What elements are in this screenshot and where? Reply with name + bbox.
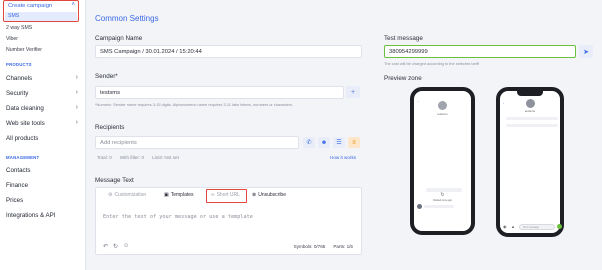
avatar bbox=[417, 204, 422, 209]
message-text-label: Message Text bbox=[95, 177, 134, 184]
how-it-works-link[interactable]: How it works bbox=[330, 155, 356, 160]
tab-unsubscribe[interactable]: ⊗ Unsubscribe bbox=[252, 192, 286, 198]
sidebar-item-sms[interactable]: SMS bbox=[5, 12, 77, 21]
sidebar-item-label: Security bbox=[6, 90, 29, 97]
preview-zone-label: Preview zone bbox=[384, 75, 422, 82]
editor-actions: ↶ ↻ ☺ bbox=[103, 243, 129, 250]
test-hint: The cost will be charged according to th… bbox=[384, 61, 479, 66]
sidebar-item-integrations-api[interactable]: Integrations & API bbox=[6, 212, 78, 219]
create-campaign-group: Create campaign ˄ SMS bbox=[3, 0, 79, 22]
symbols-count: Symbols: 0/765 bbox=[293, 244, 326, 249]
sidebar-item-all-products[interactable]: All products bbox=[6, 135, 78, 142]
sidebar-item-data-cleaning[interactable]: Data cleaning › bbox=[6, 104, 78, 112]
sync-icon: ↻ bbox=[440, 192, 445, 198]
with-filter-count: With filter: 0 bbox=[119, 155, 145, 160]
send-icon: ➤ bbox=[583, 48, 589, 56]
android-preview: ← testsms ↻ Default sms app bbox=[410, 87, 475, 235]
back-icon: ← bbox=[417, 99, 420, 103]
add-sender-button[interactable]: + bbox=[346, 86, 360, 98]
sidebar-item-finance[interactable]: Finance bbox=[6, 182, 78, 189]
message-bubble bbox=[506, 124, 558, 127]
message-tabs: ⚙ Customization ▣ Templates ∞ Short URL ⊗ Un… bbox=[96, 188, 361, 204]
chevron-right-icon: › bbox=[75, 89, 78, 96]
iphone-preview: ‹ testsms ◉ ▲ Text message bbox=[496, 87, 564, 237]
emoji-icon[interactable]: ☺ bbox=[123, 243, 129, 250]
filter-icon[interactable]: ☰ bbox=[333, 137, 345, 148]
message-textarea[interactable]: Enter the text of your message or use a … bbox=[103, 214, 253, 220]
contact-name: testsms bbox=[524, 109, 536, 113]
limit-value: Limit: Not set bbox=[152, 155, 179, 160]
status-bar bbox=[414, 91, 471, 99]
chevron-right-icon: › bbox=[75, 119, 78, 126]
app-root: Create campaign ˄ SMS 2 way SMS Viber Nu… bbox=[0, 0, 602, 270]
recipient-stats: Total: 0 With filter: 0 Limit: Not set bbox=[97, 155, 179, 160]
avatar bbox=[525, 99, 535, 108]
undo-icon[interactable]: ↶ bbox=[103, 243, 108, 250]
sidebar-item-2way-sms[interactable]: 2 way SMS bbox=[6, 25, 32, 31]
main-content: Common Settings Campaign Name SMS Campai… bbox=[87, 0, 602, 270]
send-test-button[interactable]: ➤ bbox=[579, 45, 593, 58]
tab-short-url[interactable]: ∞ Short URL bbox=[211, 192, 240, 198]
sidebar-item-viber[interactable]: Viber bbox=[6, 36, 18, 42]
tab-customization[interactable]: ⚙ Customization bbox=[108, 192, 146, 198]
default-app-caption: Default sms app bbox=[433, 199, 452, 202]
test-message-label: Test message bbox=[384, 35, 423, 42]
sidebar-item-channels[interactable]: Channels › bbox=[6, 74, 78, 82]
campaign-name-input[interactable]: SMS Campaign / 30.01.2024 / 15:20:44 bbox=[95, 45, 362, 58]
sidebar-item-label: Data cleaning bbox=[6, 105, 44, 112]
list-icon[interactable]: ≡ bbox=[348, 137, 360, 148]
contact-name: testsms bbox=[437, 112, 448, 116]
customize-icon: ⚙ bbox=[108, 192, 113, 198]
send-icon bbox=[557, 224, 562, 229]
recipient-actions: ✆ ☻ ☰ ≡ bbox=[303, 137, 360, 148]
message-editor: ⚙ Customization ▣ Templates ∞ Short URL ⊗ Un… bbox=[95, 187, 362, 255]
unsubscribe-icon: ⊗ bbox=[252, 192, 257, 198]
phone-notch bbox=[517, 91, 543, 96]
message-counters: Symbols: 0/765 Parts: 1/5 bbox=[294, 244, 353, 249]
page-title: Common Settings bbox=[95, 14, 159, 23]
link-icon: ∞ bbox=[211, 192, 215, 198]
parts-count: Parts: 1/5 bbox=[333, 244, 353, 249]
apps-icon: ▲ bbox=[511, 224, 515, 229]
total-count: Total: 0 bbox=[97, 155, 112, 160]
message-bubble bbox=[424, 205, 454, 208]
recipients-input[interactable]: Add recipients bbox=[95, 136, 299, 149]
management-header: MANAGEMENT bbox=[6, 155, 40, 160]
create-campaign-toggle[interactable]: Create campaign bbox=[8, 3, 52, 9]
sidebar-item-web-site-tools[interactable]: Web site tools › bbox=[6, 119, 78, 127]
sidebar-item-contacts[interactable]: Contacts bbox=[6, 167, 78, 174]
chevron-right-icon: › bbox=[75, 104, 78, 111]
sidebar-item-prices[interactable]: Prices bbox=[6, 197, 78, 204]
back-icon: ‹ bbox=[503, 101, 504, 105]
redo-icon[interactable]: ↻ bbox=[113, 243, 118, 250]
sender-label: Sender* bbox=[95, 73, 118, 80]
sidebar-item-label: Web site tools bbox=[6, 120, 45, 127]
products-header: PRODUCTS bbox=[6, 62, 32, 67]
add-user-icon: + bbox=[350, 88, 356, 96]
group-icon[interactable]: ☻ bbox=[318, 137, 330, 148]
avatar bbox=[438, 101, 447, 110]
sidebar: Create campaign ˄ SMS 2 way SMS Viber Nu… bbox=[0, 0, 86, 270]
iphone-text-input: Text message bbox=[519, 224, 555, 230]
recipients-label: Recipients bbox=[95, 124, 125, 131]
sender-hint: *Numeric: Sender name requires 3-15 digi… bbox=[95, 102, 294, 107]
campaign-name-label: Campaign Name bbox=[95, 35, 143, 42]
message-bubble bbox=[506, 117, 558, 120]
test-phone-input[interactable]: 380954299999 bbox=[384, 45, 576, 58]
template-icon: ▣ bbox=[164, 192, 169, 198]
sender-input[interactable]: testsms bbox=[95, 86, 344, 99]
tab-templates[interactable]: ▣ Templates bbox=[164, 192, 194, 198]
chevron-up-icon[interactable]: ˄ bbox=[71, 2, 75, 8]
camera-icon: ◉ bbox=[503, 224, 507, 229]
sidebar-item-security[interactable]: Security › bbox=[6, 89, 78, 97]
phone-add-icon[interactable]: ✆ bbox=[303, 137, 315, 148]
sidebar-item-number-verifier[interactable]: Number Verifier bbox=[6, 47, 42, 53]
message-bubble bbox=[426, 188, 462, 192]
sidebar-item-label: Channels bbox=[6, 75, 33, 82]
chevron-right-icon: › bbox=[75, 74, 78, 81]
